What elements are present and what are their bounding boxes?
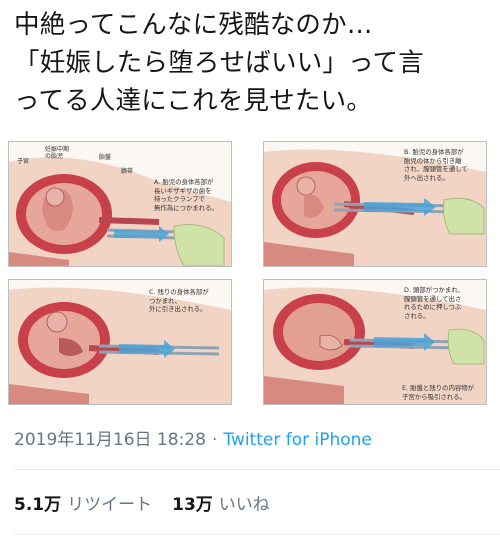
illustration-panel-d: D. 頭部がつかまれ、 膣頸管を通して出さ れるために押しつぶ される。 E. … (263, 279, 487, 405)
tweet-text: 中絶ってこんなに残酷なのか… 「妊娠したら堕ろせばいい」って言 ってる人達にこれ… (14, 6, 492, 120)
meta-separator: · (211, 430, 218, 450)
tweet-metadata: 2019年11月16日 18:28 · Twitter for iPhone (14, 425, 372, 450)
label-cord: 臍帯 (121, 168, 134, 175)
divider (14, 469, 500, 470)
panel-e-caption: E. 胎盤と残りの内容物が 子宮から吸引される。 (402, 384, 475, 401)
retweets-label: リツイート (67, 495, 153, 515)
panel-c-caption: C. 残りの身体各部が つかまれ、 外に引き出される。 (149, 288, 209, 313)
label-uterus: 子宮 (17, 158, 30, 165)
likes-label: いいね (218, 495, 270, 515)
tweet-timestamp[interactable]: 2019年11月16日 18:28 (14, 430, 206, 450)
illustration-panel-c: C. 残りの身体各部が つかまれ、 外に引き出される。 (8, 279, 232, 405)
likes-count: 13万 (172, 495, 213, 515)
retweets-stat[interactable]: 5.1万 リツイート (14, 495, 152, 515)
label-placenta: 胎盤 (99, 154, 112, 161)
retweets-count: 5.1万 (14, 495, 62, 515)
tweet-stats: 5.1万 リツイート 13万 いいね (14, 490, 270, 515)
illustration-panel-b: B. 胎児の身体各部が 胎児の体から引き離 され、膣頸管を通して 外へ出される。 (263, 141, 487, 267)
tweet-text-line: ってる人達にこれを見せたい。 (14, 86, 373, 116)
tweet-source-link[interactable]: Twitter for iPhone (223, 430, 372, 450)
illustration-panel-a: 子宮 妊娠中期 の胎児 胎盤 臍帯 A. 胎児の身体各部が 長いギザギザの歯を … (8, 141, 232, 267)
tweet-text-line: 中絶ってこんなに残酷なのか… (14, 10, 373, 40)
label-fetus: 妊娠中期 の胎児 (45, 146, 70, 160)
panel-b-caption: B. 胎児の身体各部が 胎児の体から引き離 され、膣頸管を通して 外へ出される。 (404, 148, 468, 182)
panel-d-caption: D. 頭部がつかまれ、 膣頸管を通して出さ れるために押しつぶ される。 (404, 286, 465, 320)
tweet-media-illustration[interactable]: 子宮 妊娠中期 の胎児 胎盤 臍帯 A. 胎児の身体各部が 長いギザギザの歯を … (5, 137, 495, 409)
tweet-text-line: 「妊娠したら堕ろせばいい」って言 (14, 48, 424, 78)
likes-stat[interactable]: 13万 いいね (172, 495, 270, 515)
divider (14, 534, 500, 535)
panel-a-caption: A. 胎児の身体各部が 長いギザギザの歯を 持ったクランプで 無作為につかまれる… (154, 178, 218, 212)
